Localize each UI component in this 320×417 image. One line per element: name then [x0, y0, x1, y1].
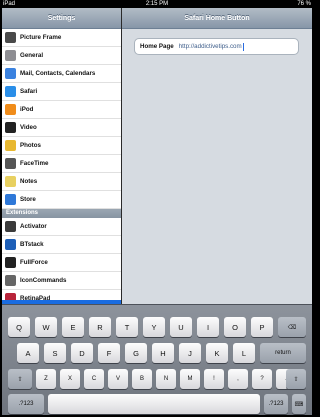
sidebar-item-label: Video: [20, 124, 37, 131]
video-icon: [5, 122, 16, 133]
key-f[interactable]: F: [98, 343, 120, 363]
sidebar-item-activator[interactable]: Activator: [2, 218, 121, 236]
sidebar-item-store[interactable]: Store: [2, 191, 121, 209]
sidebar-item-label: Store: [20, 196, 36, 203]
ipod-icon: [5, 104, 16, 115]
shift-key-right[interactable]: ⇧: [286, 369, 306, 389]
status-bar: iPad 2:15 PM 76 %: [0, 0, 314, 8]
key-a[interactable]: A: [17, 343, 39, 363]
sidebar-item-label: FullForce: [20, 259, 48, 266]
extensions-list: Activator BTstack FullForce IconCommands Ret…: [2, 218, 121, 308]
detail-pane: Safari Home Button Home Page http://addi…: [122, 8, 312, 304]
sidebar-item-label: Mail, Contacts, Calendars: [20, 70, 96, 77]
sidebar-item-label: FaceTime: [20, 160, 49, 167]
sidebar-item-fullforce[interactable]: FullForce: [2, 254, 121, 272]
mail-icon: [5, 68, 16, 79]
key-z[interactable]: Z: [36, 369, 56, 389]
return-key[interactable]: return: [260, 343, 306, 363]
sidebar-item-general[interactable]: General: [2, 47, 121, 65]
key-m[interactable]: M: [180, 369, 200, 389]
sidebar-item-btstack[interactable]: BTstack: [2, 236, 121, 254]
settings-master-pane: Settings Picture Frame General Mail, Conta…: [2, 8, 121, 308]
store-icon: [5, 194, 16, 205]
numbers-key-left[interactable]: .?123: [8, 394, 44, 414]
key-r[interactable]: R: [89, 317, 111, 337]
key-s[interactable]: S: [44, 343, 66, 363]
home-page-input[interactable]: http://addictivetips.com: [179, 43, 242, 50]
sidebar-item-label: Activator: [20, 223, 47, 230]
sidebar-item-label: BTstack: [20, 241, 44, 248]
key-c[interactable]: C: [84, 369, 104, 389]
sidebar-item-label: General: [20, 52, 44, 59]
key-g[interactable]: G: [125, 343, 147, 363]
backspace-key[interactable]: ⌫: [278, 317, 306, 337]
key-e[interactable]: E: [62, 317, 84, 337]
sidebar-item-facetime[interactable]: FaceTime: [2, 155, 121, 173]
settings-list: Picture Frame General Mail, Contacts, Cale…: [2, 29, 121, 209]
sidebar-item-ipod[interactable]: iPod: [2, 101, 121, 119]
key-b[interactable]: B: [132, 369, 152, 389]
sidebar-item-notes[interactable]: Notes: [2, 173, 121, 191]
extensions-section-header: Extensions: [2, 209, 121, 218]
key-d[interactable]: D: [71, 343, 93, 363]
sidebar-item-mail-contacts-calendars[interactable]: Mail, Contacts, Calendars: [2, 65, 121, 83]
iconcommands-icon: [5, 275, 16, 286]
sidebar-item-picture-frame[interactable]: Picture Frame: [2, 29, 121, 47]
settings-title: Settings: [2, 8, 121, 29]
home-page-field[interactable]: Home Page http://addictivetips.com: [134, 38, 299, 55]
shift-key-left[interactable]: ⇧: [8, 369, 32, 389]
fullforce-icon: [5, 257, 16, 268]
key-q[interactable]: Q: [8, 317, 30, 337]
sidebar-item-iconcommands[interactable]: IconCommands: [2, 272, 121, 290]
app-frame: Settings Picture Frame General Mail, Conta…: [2, 8, 312, 415]
key-t[interactable]: T: [116, 317, 138, 337]
key-x[interactable]: X: [60, 369, 80, 389]
key-u[interactable]: U: [170, 317, 192, 337]
sidebar-item-label: Notes: [20, 178, 38, 185]
facetime-icon: [5, 158, 16, 169]
sunflower-icon: [5, 140, 16, 151]
notes-icon: [5, 176, 16, 187]
key-v[interactable]: V: [108, 369, 128, 389]
sidebar-item-video[interactable]: Video: [2, 119, 121, 137]
key-n[interactable]: N: [156, 369, 176, 389]
key-l[interactable]: L: [233, 343, 255, 363]
detail-title: Safari Home Button: [122, 8, 312, 29]
key-w[interactable]: W: [35, 317, 57, 337]
key-punct-9[interactable]: ?: [252, 369, 272, 389]
key-p[interactable]: P: [251, 317, 273, 337]
bluetooth-icon: [5, 239, 16, 250]
sidebar-item-label: Picture Frame: [20, 34, 62, 41]
sidebar-item-label: iPod: [20, 106, 34, 113]
on-screen-keyboard: QWERTYUIOP⌫ASDFGHJKLreturn⇧ZXCVBNM!,?.⇧.…: [2, 304, 312, 415]
sidebar-item-label: Safari: [20, 88, 38, 95]
sidebar-item-safari[interactable]: Safari: [2, 83, 121, 101]
key-i[interactable]: I: [197, 317, 219, 337]
hide-keyboard-key[interactable]: ⌨: [292, 394, 306, 414]
home-page-label: Home Page: [140, 43, 174, 50]
sidebar-item-label: Photos: [20, 142, 41, 149]
gear-icon: [5, 50, 16, 61]
battery-level: 76 %: [297, 1, 311, 7]
numbers-key-right[interactable]: .?123: [264, 394, 288, 414]
key-y[interactable]: Y: [143, 317, 165, 337]
status-time: 2:15 PM: [145, 1, 169, 7]
sidebar-item-label: IconCommands: [20, 277, 67, 284]
activator-icon: [5, 221, 16, 232]
key-punct-8[interactable]: ,: [228, 369, 248, 389]
space-bar[interactable]: [48, 394, 260, 414]
key-o[interactable]: O: [224, 317, 246, 337]
picture-frame-icon: [5, 32, 16, 43]
text-cursor: [242, 42, 244, 51]
key-k[interactable]: K: [206, 343, 228, 363]
key-punct-7[interactable]: !: [204, 369, 224, 389]
sidebar-item-photos[interactable]: Photos: [2, 137, 121, 155]
key-j[interactable]: J: [179, 343, 201, 363]
key-h[interactable]: H: [152, 343, 174, 363]
compass-icon: [5, 86, 16, 97]
